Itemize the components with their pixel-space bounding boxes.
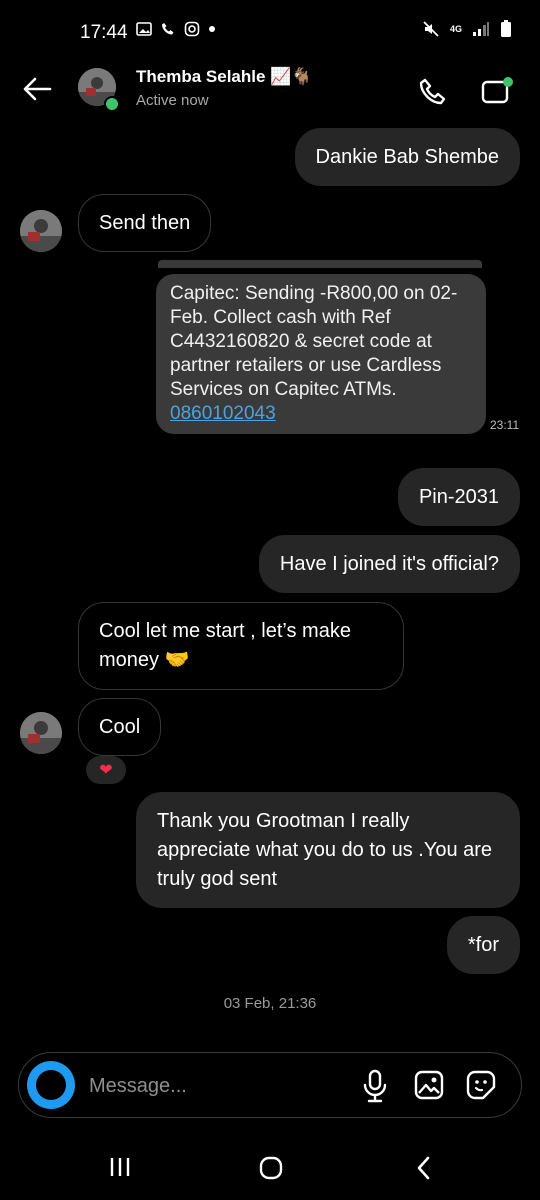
status-system-icons: 4G	[422, 20, 512, 38]
sms-text: Capitec: Sending -R800,00 on 02-Feb. Col…	[170, 283, 458, 400]
message-bubble-outgoing[interactable]: Thank you Grootman I really appreciate w…	[136, 792, 520, 908]
message-text: *for	[467, 934, 499, 956]
chat-timestamp: 03 Feb, 21:36	[223, 995, 317, 1012]
status-notification-icons	[136, 21, 216, 37]
status-time: 17:44	[80, 22, 128, 43]
message-text: Cool let me start , let’s make money 🤝	[99, 620, 351, 671]
mute-icon	[423, 21, 439, 37]
message-text: Dankie Bab Shembe	[315, 146, 499, 168]
status-bar: 17:44 4G	[0, 0, 540, 60]
gallery-icon	[136, 22, 152, 36]
message-bubble-incoming[interactable]: Cool let me start , let’s make money 🤝	[78, 602, 404, 690]
message-bubble-outgoing[interactable]: Have I joined it's official?	[258, 535, 520, 593]
chat-header: Themba Selahle 📈🐐 Active now	[0, 60, 540, 124]
message-bubble-incoming[interactable]: Send then	[78, 194, 212, 252]
message-bubble-outgoing[interactable]: *for	[446, 916, 520, 974]
message-bubble-outgoing[interactable]: Dankie Bab Shembe	[294, 128, 520, 186]
sms-screenshot-strip	[158, 260, 482, 268]
sms-phone-link[interactable]: 0860102043	[170, 403, 276, 424]
dot-icon	[209, 26, 215, 32]
camera-button[interactable]	[27, 1061, 75, 1109]
heart-reaction[interactable]: ❤	[86, 756, 126, 784]
message-input[interactable]	[87, 1071, 341, 1101]
instagram-small-icon	[184, 21, 200, 37]
contact-name[interactable]: Themba Selahle 📈🐐	[136, 67, 313, 87]
message-avatar[interactable]	[20, 712, 62, 754]
back-arrow-icon[interactable]	[20, 74, 54, 104]
contact-name-text: Themba Selahle	[136, 67, 266, 86]
camera-icon	[36, 1070, 66, 1100]
home-icon[interactable]	[258, 1155, 284, 1181]
sms-screenshot-image[interactable]: Capitec: Sending -R800,00 on 02-Feb. Col…	[156, 274, 486, 434]
sms-time: 23:11	[490, 418, 520, 432]
sticker-icon[interactable]	[465, 1069, 497, 1101]
video-call-icon[interactable]	[480, 76, 516, 108]
signal-icon	[473, 22, 489, 36]
back-nav-icon[interactable]	[414, 1155, 434, 1181]
network-label: 4G	[449, 23, 462, 34]
message-avatar[interactable]	[20, 210, 62, 252]
message-text: Cool	[99, 716, 141, 738]
message-text: Pin-2031	[418, 486, 499, 508]
recent-apps-icon[interactable]	[108, 1156, 132, 1178]
phone-small-icon	[162, 23, 174, 35]
battery-icon	[501, 20, 511, 37]
microphone-icon[interactable]	[361, 1069, 389, 1103]
message-composer	[18, 1052, 522, 1118]
message-bubble-outgoing[interactable]: Pin-2031	[397, 468, 520, 526]
phone-call-icon[interactable]	[416, 76, 448, 108]
message-text: Send then	[99, 212, 191, 234]
system-nav-bar	[0, 1140, 540, 1200]
contact-name-emoji: 📈🐐	[270, 67, 313, 86]
message-text: Thank you Grootman I really appreciate w…	[157, 810, 493, 890]
gallery-icon[interactable]	[413, 1069, 445, 1101]
online-indicator	[104, 96, 120, 112]
contact-status: Active now	[136, 92, 209, 109]
heart-icon: ❤	[99, 762, 113, 779]
message-text: Have I joined it's official?	[279, 553, 499, 575]
message-bubble-incoming[interactable]: Cool	[78, 698, 162, 756]
